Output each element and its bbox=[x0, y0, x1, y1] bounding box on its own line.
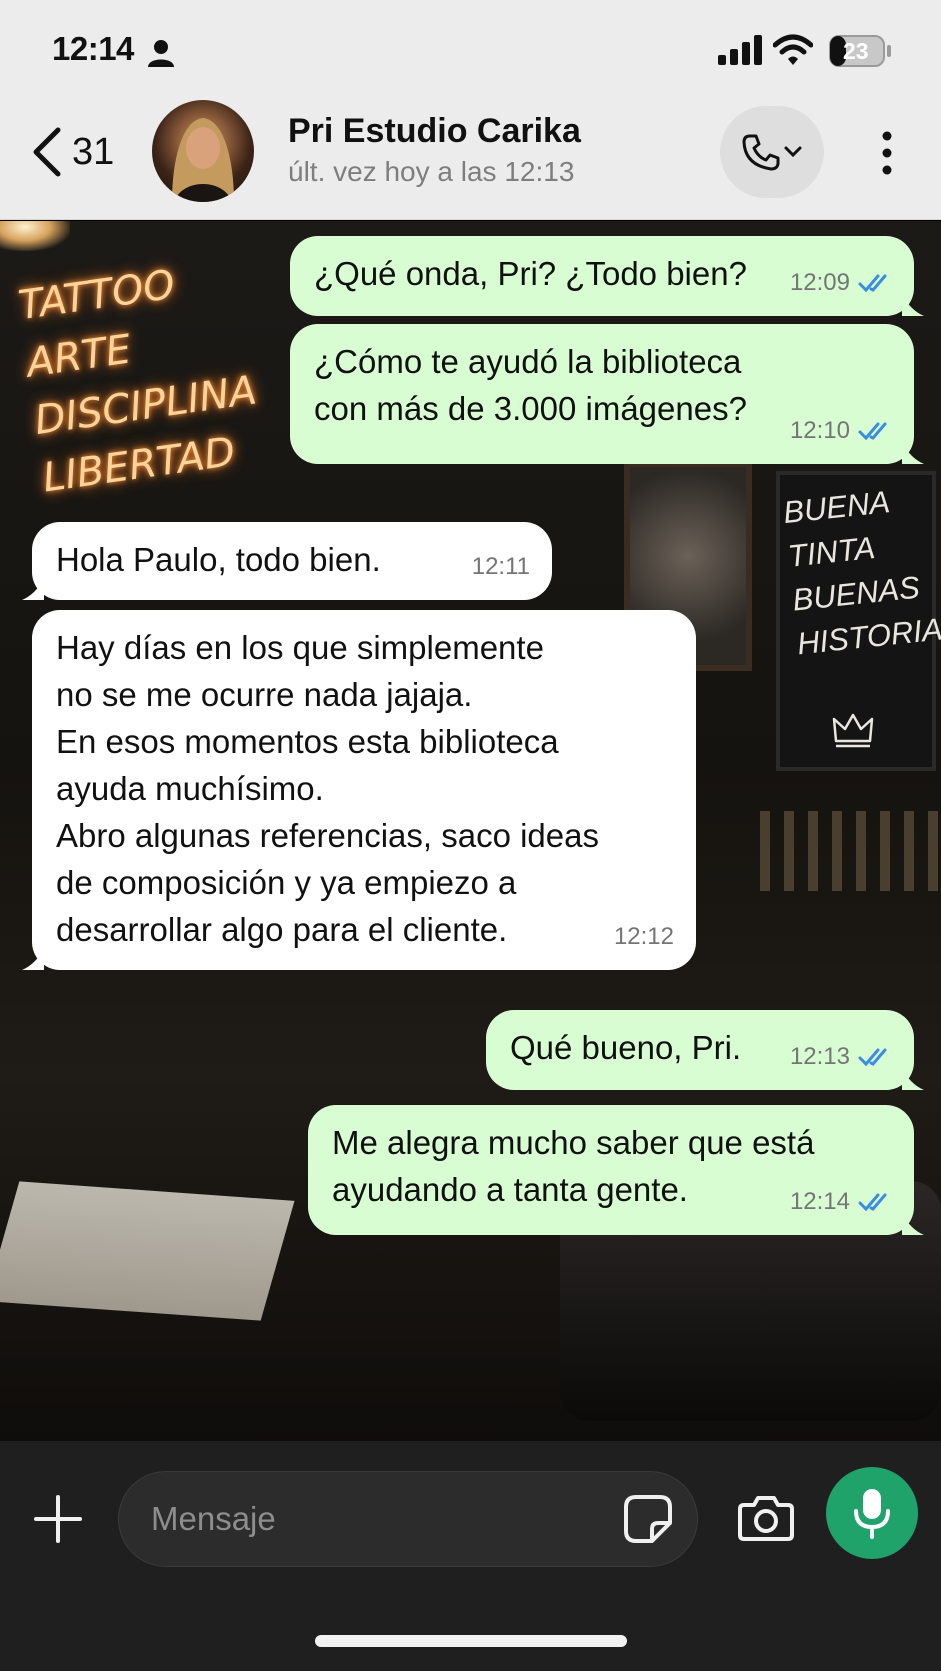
plus-icon[interactable] bbox=[32, 1493, 84, 1545]
double-check-icon bbox=[858, 422, 887, 440]
message-bubble-outgoing[interactable]: ¿Qué onda, Pri? ¿Todo bien? 12:09 bbox=[290, 236, 924, 316]
bubble-tail bbox=[902, 1213, 924, 1235]
message-meta: 12:14 bbox=[790, 1178, 892, 1225]
status-time: 12:14 bbox=[52, 30, 134, 67]
bubble-tail bbox=[902, 442, 924, 464]
cell-signal-icon bbox=[718, 35, 762, 65]
message-list: ¿Qué onda, Pri? ¿Todo bien? 12:09 ¿Cómo … bbox=[0, 221, 941, 1441]
chat-header: 31 Pri Estudio Carika últ. vez hoy a las… bbox=[0, 100, 941, 220]
message-meta: 12:11 bbox=[472, 543, 530, 590]
chat-area[interactable]: TATTOO ARTE DISCIPLINA LIBERTAD BUENA TI… bbox=[0, 221, 941, 1441]
unread-count: 31 bbox=[72, 130, 115, 173]
message-bubble-incoming[interactable]: Hay días en los que simplemente no se me… bbox=[22, 610, 696, 970]
message-time: 12:14 bbox=[789, 1188, 850, 1215]
battery-icon: 23 bbox=[829, 35, 893, 67]
message-time: 12:09 bbox=[789, 269, 850, 296]
chevron-down-icon bbox=[784, 146, 802, 158]
wifi-icon bbox=[773, 34, 813, 65]
message-bubble-outgoing[interactable]: Qué bueno, Pri. 12:13 bbox=[486, 1010, 924, 1090]
battery-level: 23 bbox=[843, 38, 869, 64]
sticker-icon[interactable] bbox=[622, 1493, 674, 1545]
message-bubble-incoming[interactable]: Hola Paulo, todo bien. 12:11 bbox=[22, 522, 552, 600]
call-button[interactable] bbox=[720, 106, 824, 198]
microphone-icon bbox=[854, 1489, 890, 1539]
message-time: 12:13 bbox=[789, 1043, 850, 1070]
bubble-tail bbox=[902, 1068, 924, 1090]
double-check-icon bbox=[858, 1193, 887, 1211]
phone-icon bbox=[742, 134, 780, 171]
camera-icon[interactable] bbox=[738, 1493, 794, 1543]
back-button[interactable]: 31 bbox=[30, 122, 114, 182]
status-bar: 12:14 23 bbox=[0, 0, 941, 100]
message-text: Hola Paulo, todo bien. bbox=[56, 541, 381, 578]
message-bubble-outgoing[interactable]: Me alegra mucho saber que está ayudando … bbox=[308, 1105, 924, 1235]
double-check-icon bbox=[858, 1048, 887, 1066]
message-input[interactable] bbox=[118, 1471, 698, 1567]
contact-avatar[interactable] bbox=[152, 100, 254, 202]
bubble-tail bbox=[22, 578, 44, 600]
home-indicator[interactable] bbox=[315, 1635, 627, 1647]
bubble-tail bbox=[902, 294, 924, 316]
message-meta: 12:13 bbox=[790, 1033, 892, 1080]
more-options-icon[interactable] bbox=[872, 128, 902, 178]
message-meta: 12:12 bbox=[614, 913, 674, 960]
bubble-tail bbox=[22, 948, 44, 970]
message-time: 12:12 bbox=[613, 923, 674, 950]
last-seen-status: últ. vez hoy a las 12:13 bbox=[288, 156, 575, 187]
message-meta: 12:10 bbox=[790, 407, 892, 454]
message-composer bbox=[0, 1441, 941, 1671]
chevron-left-icon bbox=[33, 127, 61, 177]
message-meta: 12:09 bbox=[790, 259, 892, 306]
message-bubble-outgoing[interactable]: ¿Cómo te ayudó la biblioteca con más de … bbox=[290, 324, 924, 464]
message-time: 12:10 bbox=[789, 417, 850, 444]
double-check-icon bbox=[858, 274, 887, 292]
microphone-button[interactable] bbox=[826, 1467, 918, 1559]
contact-name[interactable]: Pri Estudio Carika bbox=[288, 112, 581, 151]
message-text: Hay días en los que simplemente no se me… bbox=[56, 629, 599, 948]
message-time: 12:11 bbox=[471, 553, 530, 580]
person-icon bbox=[148, 40, 174, 67]
